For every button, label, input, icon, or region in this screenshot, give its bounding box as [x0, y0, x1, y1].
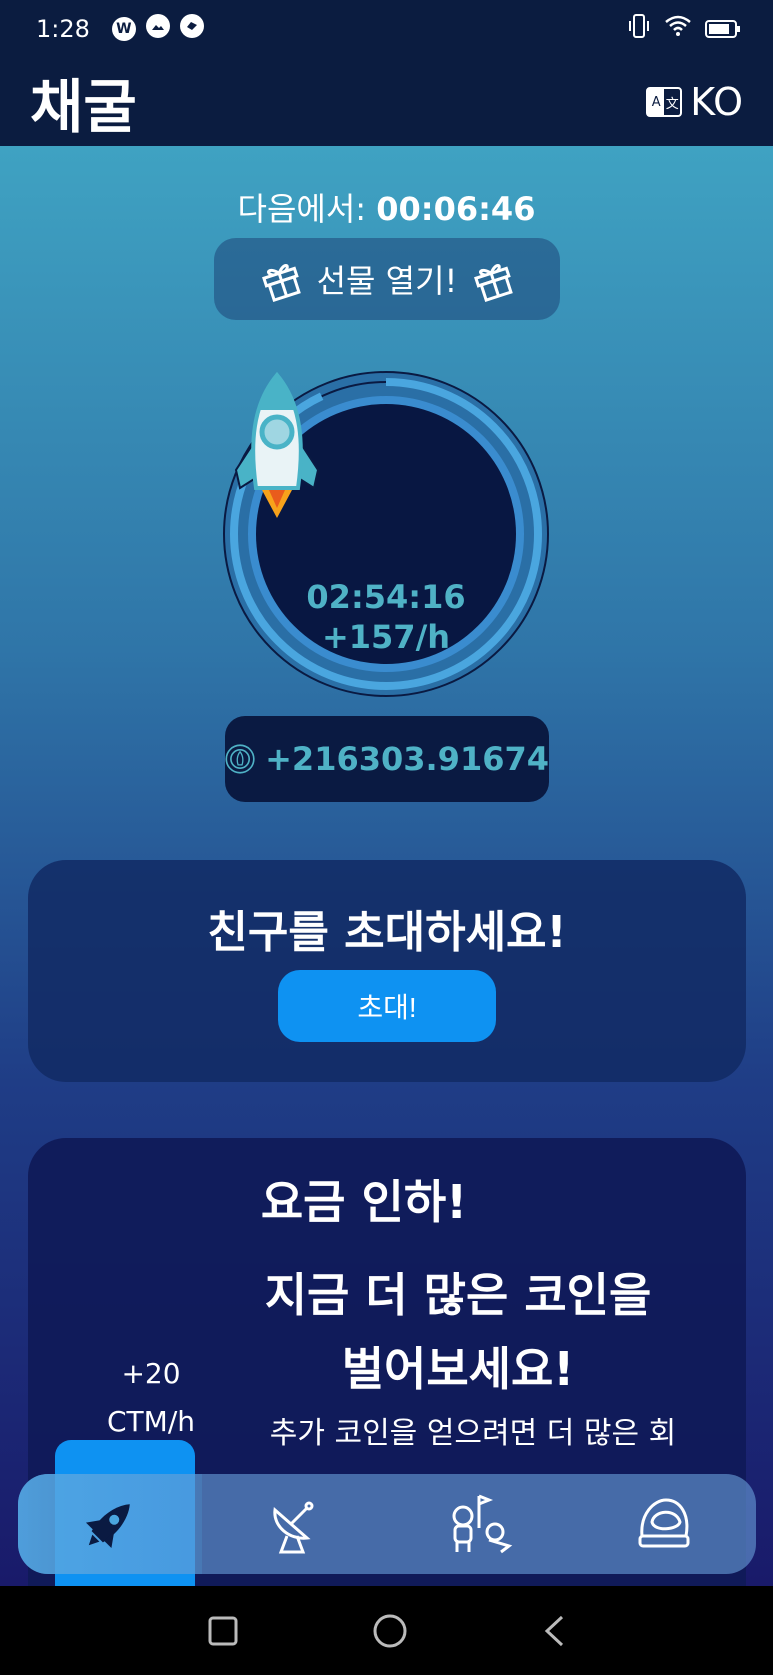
nav-item-profile[interactable]: [572, 1474, 756, 1574]
app-header: 채굴 A文 KO: [0, 58, 773, 146]
nav-item-satellite[interactable]: [203, 1474, 387, 1574]
bottom-navigation: [18, 1474, 756, 1574]
rocket-icon: [234, 371, 320, 518]
promo-headline: 지금 더 많은 코인을 벌어보세요!: [238, 1258, 678, 1406]
status-bar: 1:28 W: [0, 0, 773, 58]
astronauts-icon: [452, 1494, 513, 1554]
gift-icon: [261, 264, 301, 303]
helmet-icon: [638, 1498, 690, 1548]
open-gift-label: 선물 열기!: [316, 262, 458, 300]
language-switcher[interactable]: A文 KO: [646, 80, 743, 124]
recent-apps-icon[interactable]: [208, 1616, 238, 1646]
promo-title: 요금 인하!: [260, 1175, 468, 1229]
page-title: 채굴: [30, 73, 137, 141]
promo-description: 추가 코인을 얻으려면 더 많은 회: [269, 1416, 677, 1451]
satellite-dish-icon: [273, 1501, 314, 1554]
mining-progress-ring[interactable]: 02:54:16 +157/h: [222, 370, 550, 698]
rocket-icon: [86, 1504, 131, 1549]
wifi-icon: [665, 15, 691, 43]
gift-icon: [474, 264, 514, 303]
mining-rate: +157/h: [321, 618, 451, 656]
system-navigation: [0, 1586, 773, 1675]
gift-countdown-time: 00:06:46: [376, 190, 536, 228]
image-notification-icon: [145, 14, 170, 44]
coin-icon: [225, 744, 255, 774]
promo-headline-line2: 벌어보세요!: [341, 1342, 575, 1396]
vibrate-icon: [627, 13, 651, 45]
mining-remaining-time: 02:54:16: [306, 578, 466, 616]
language-code: KO: [690, 80, 743, 124]
translate-icon: A文: [646, 87, 683, 117]
app-notification-icon: W: [111, 17, 136, 41]
gift-countdown-label: 다음에서:: [237, 190, 367, 228]
status-indicators: [627, 13, 740, 45]
mining-screen: 다음에서: 00:06:46 선물 열기! 02:54:16 +157/h +2…: [0, 146, 773, 1586]
status-time: 1:28: [36, 15, 90, 43]
back-icon[interactable]: [542, 1614, 566, 1648]
nav-item-mining[interactable]: [18, 1474, 203, 1574]
battery-icon: [705, 20, 740, 38]
invite-title: 친구를 초대하세요!: [207, 907, 567, 958]
invite-card: 친구를 초대하세요! 초대!: [28, 860, 746, 1082]
open-gift-button[interactable]: 선물 열기!: [214, 238, 560, 320]
gift-countdown: 다음에서: 00:06:46: [0, 184, 773, 230]
home-icon[interactable]: [373, 1614, 407, 1648]
plan-unit: CTM/h: [107, 1405, 195, 1438]
promo-headline-line1: 지금 더 많은 코인을: [264, 1268, 652, 1322]
plan-label: +20 CTM/h: [68, 1350, 234, 1446]
invite-button[interactable]: 초대!: [278, 970, 496, 1042]
coin-balance: +216303.91674: [225, 716, 549, 802]
plan-amount: +20: [121, 1357, 181, 1390]
nav-item-team[interactable]: [387, 1474, 571, 1574]
messenger-notification-icon: [179, 14, 204, 44]
coin-balance-value: +216303.91674: [265, 740, 549, 778]
